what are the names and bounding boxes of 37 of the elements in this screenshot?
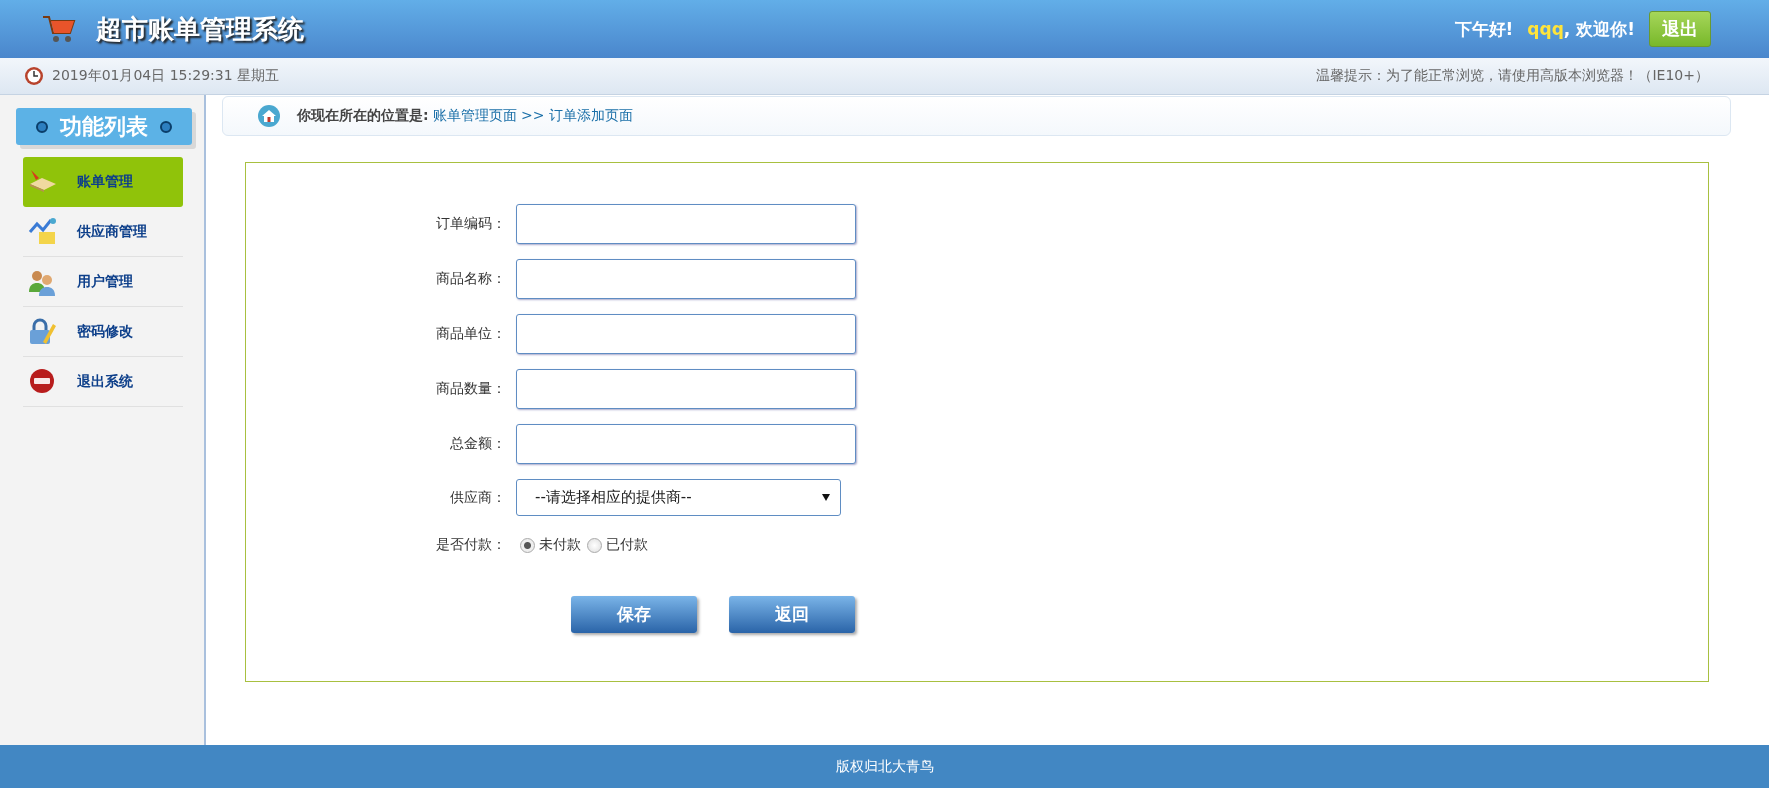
date-time: 2019年01月04日 15:29:31 星期五 xyxy=(52,67,280,85)
menu-item[interactable]: 退出系统 xyxy=(23,357,183,407)
input-field[interactable] xyxy=(516,314,856,354)
field-label: 总金额： xyxy=(449,435,507,453)
radio-button[interactable] xyxy=(520,537,535,553)
menu-item[interactable]: 用户管理 xyxy=(23,257,183,307)
supplier-dropdown[interactable]: --请选择相应的提供商-- xyxy=(516,479,841,516)
input-field[interactable] xyxy=(516,204,856,244)
clock-icon xyxy=(24,66,44,86)
radio-label[interactable]: 未付款 xyxy=(539,536,581,554)
menu-item[interactable]: 密码修改 xyxy=(23,307,183,357)
breadcrumb-path[interactable]: 账单管理页面 >> 订单添加页面 xyxy=(432,107,633,125)
field-label: 订单编码： xyxy=(435,215,507,233)
shopping-cart-icon xyxy=(42,14,76,44)
radio-label[interactable]: 已付款 xyxy=(606,536,648,554)
menu-item[interactable]: 供应商管理 xyxy=(23,207,183,257)
field-label: 商品名称： xyxy=(435,270,507,288)
save-button[interactable]: 保存 xyxy=(571,596,697,633)
caret-icon xyxy=(822,494,830,501)
input-field[interactable] xyxy=(516,424,856,464)
back-button[interactable]: 返回 xyxy=(729,596,855,633)
copyright-text: 版权归北大青鸟 xyxy=(835,757,934,776)
browser-notice: 温馨提示：为了能正常浏览，请使用高版本浏览器！（IE10+） xyxy=(1316,67,1709,85)
input-field[interactable] xyxy=(516,369,856,409)
menu-item[interactable]: 账单管理 xyxy=(23,157,183,207)
field-label: 商品单位： xyxy=(435,325,507,343)
field-label: 商品数量： xyxy=(435,380,507,398)
field-label: 供应商： xyxy=(449,488,507,507)
field-label: 是否付款： xyxy=(435,536,507,554)
home-icon xyxy=(257,104,281,128)
breadcrumb-label: 你现在所在的位置是: xyxy=(297,107,429,125)
app-title: 超市账单管理系统 xyxy=(96,12,304,46)
welcome-text: , 欢迎你! xyxy=(1563,17,1635,41)
user-name: qqq xyxy=(1527,19,1564,39)
greeting-text: 下午好! xyxy=(1454,17,1514,41)
radio-button[interactable] xyxy=(587,537,602,553)
input-field[interactable] xyxy=(516,259,856,299)
